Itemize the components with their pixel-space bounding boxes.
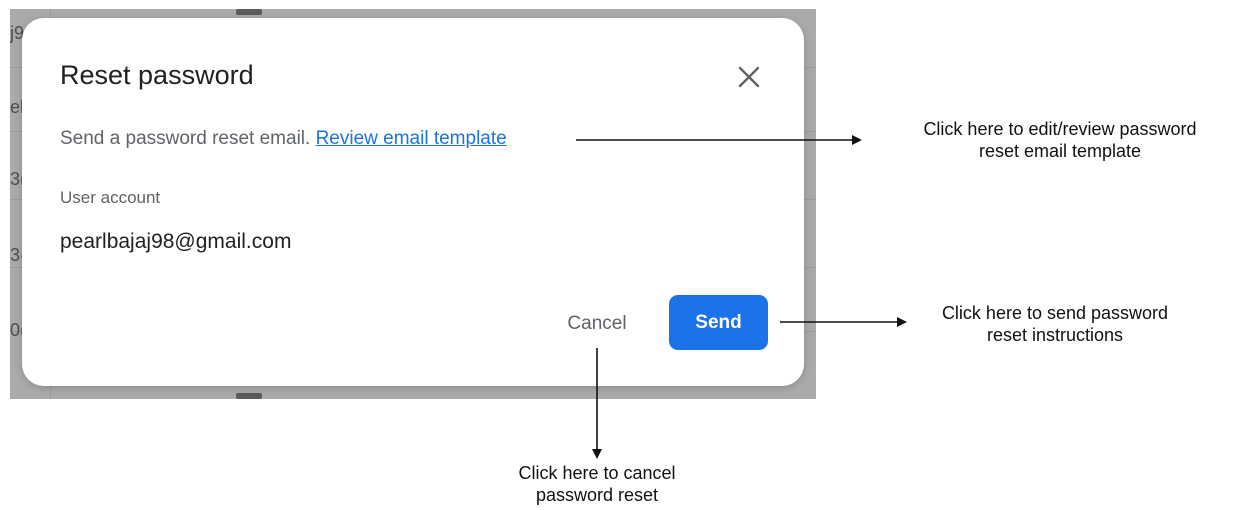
annotation-line: reset email template	[978, 141, 1142, 161]
annotation-line: Click here to send password	[941, 303, 1169, 323]
annotation-line: Click here to cancel	[518, 463, 676, 483]
annotation-arrows	[576, 135, 907, 459]
cancel-annotation: Click here to cancel password reset	[482, 462, 712, 506]
send-annotation: Click here to send password reset instru…	[905, 302, 1205, 346]
annotation-line: Click here to edit/review password	[923, 119, 1197, 139]
annotation-line: password reset	[535, 485, 659, 505]
review-annotation: Click here to edit/review password reset…	[880, 118, 1237, 162]
annotation-line: reset instructions	[986, 325, 1124, 345]
